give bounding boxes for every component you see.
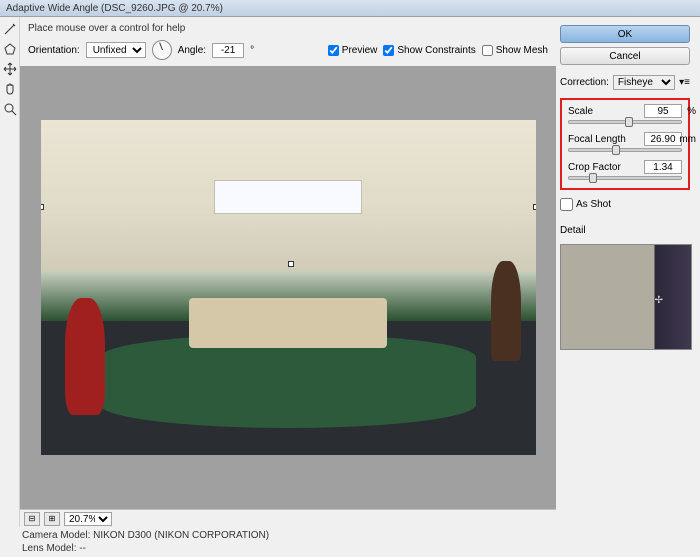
degree-symbol: ° <box>250 45 254 56</box>
lens-model: -- <box>79 543 86 554</box>
constraint-tool-icon[interactable] <box>2 21 18 37</box>
hand-tool-icon[interactable] <box>2 81 18 97</box>
right-panel: OK Cancel Correction: Fisheye ▾≡ Scale %… <box>556 17 700 527</box>
status-bar: ⊟ ⊞ 20.7% <box>20 509 556 527</box>
detail-crosshair-icon: ✢ <box>655 295 663 306</box>
tool-palette <box>0 17 20 527</box>
crop-slider[interactable] <box>568 176 682 180</box>
left-panel: Place mouse over a control for help Orie… <box>0 17 556 527</box>
panel-menu-icon[interactable]: ▾≡ <box>679 77 690 88</box>
options-bar: Orientation: Unfixed Angle: ° Preview Sh… <box>20 38 556 66</box>
detail-preview[interactable]: ✢ <box>560 244 692 350</box>
angle-dial[interactable] <box>152 40 172 60</box>
as-shot-checkbox-group[interactable]: As Shot <box>560 198 690 211</box>
cancel-button[interactable]: Cancel <box>560 47 690 65</box>
focal-slider[interactable] <box>568 148 682 152</box>
image-canvas[interactable] <box>20 66 556 509</box>
constraints-checkbox[interactable] <box>383 45 394 56</box>
correction-row: Correction: Fisheye ▾≡ <box>560 75 690 90</box>
crop-handle[interactable] <box>288 261 294 267</box>
preview-image <box>41 120 536 455</box>
preview-checkbox-group[interactable]: Preview <box>328 45 378 56</box>
mesh-checkbox-group[interactable]: Show Mesh <box>482 45 548 56</box>
correction-select[interactable]: Fisheye <box>613 75 675 90</box>
metadata-info: Camera Model: NIKON D300 (NIKON CORPORAT… <box>0 527 700 557</box>
orientation-label: Orientation: <box>28 45 80 56</box>
crop-value[interactable] <box>644 160 682 174</box>
constraints-checkbox-group[interactable]: Show Constraints <box>383 45 475 56</box>
main-area: Place mouse over a control for help Orie… <box>0 17 700 527</box>
correction-label: Correction: <box>560 77 609 88</box>
crop-slider-row: Crop Factor <box>568 160 682 180</box>
scale-label: Scale <box>568 106 593 117</box>
scale-unit: % <box>687 106 696 117</box>
focal-unit: mm <box>679 134 696 145</box>
angle-label: Angle: <box>178 45 206 56</box>
crop-label: Crop Factor <box>568 162 621 173</box>
zoom-in-button[interactable]: ⊞ <box>44 512 60 526</box>
crop-handle[interactable] <box>533 204 536 210</box>
focal-label: Focal Length <box>568 134 626 145</box>
scale-slider[interactable] <box>568 120 682 124</box>
polygon-tool-icon[interactable] <box>2 41 18 57</box>
scale-value[interactable] <box>644 104 682 118</box>
focal-value[interactable] <box>644 132 682 146</box>
as-shot-checkbox[interactable] <box>560 198 573 211</box>
title-bar: Adaptive Wide Angle (DSC_9260.JPG @ 20.7… <box>0 0 700 17</box>
camera-model: NIKON D300 (NIKON CORPORATION) <box>93 530 269 541</box>
scale-slider-row: Scale % <box>568 104 682 124</box>
canvas-area: Place mouse over a control for help Orie… <box>20 17 556 527</box>
preview-checkbox[interactable] <box>328 45 339 56</box>
crop-handle[interactable] <box>41 204 44 210</box>
zoom-select[interactable]: 20.7% <box>64 512 112 526</box>
orientation-select[interactable]: Unfixed <box>86 42 146 58</box>
zoom-tool-icon[interactable] <box>2 101 18 117</box>
detail-label: Detail <box>560 225 690 236</box>
window-title: Adaptive Wide Angle (DSC_9260.JPG @ 20.7… <box>6 3 223 14</box>
focal-slider-row: Focal Length mm <box>568 132 682 152</box>
help-text: Place mouse over a control for help <box>20 17 556 38</box>
mesh-checkbox[interactable] <box>482 45 493 56</box>
zoom-out-button[interactable]: ⊟ <box>24 512 40 526</box>
angle-input[interactable] <box>212 43 244 58</box>
move-tool-icon[interactable] <box>2 61 18 77</box>
highlighted-controls: Scale % Focal Length mm Crop Factor <box>560 98 690 190</box>
ok-button[interactable]: OK <box>560 25 690 43</box>
